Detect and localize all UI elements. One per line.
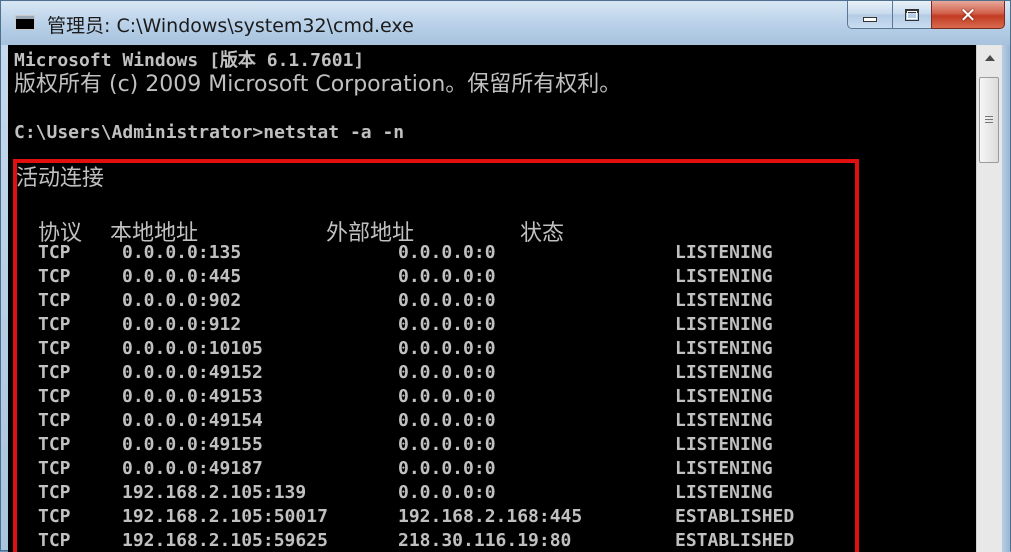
cell-local-address: 0.0.0.0:902	[122, 290, 242, 311]
arrow-up-icon	[984, 55, 995, 61]
close-icon: ✕	[959, 2, 977, 27]
cell-foreign-address: 0.0.0.0:0	[398, 434, 496, 455]
cell-state: LISTENING	[675, 266, 773, 287]
close-button[interactable]: ✕	[931, 1, 1005, 29]
window-title: 管理员: C:\Windows\system32\cmd.exe	[47, 15, 414, 37]
cell-proto: TCP	[38, 410, 71, 431]
maximize-button[interactable]	[892, 1, 932, 29]
cell-proto: TCP	[38, 242, 71, 263]
cell-local-address: 0.0.0.0:49155	[122, 434, 263, 455]
scroll-up-button[interactable]	[979, 47, 1000, 69]
cell-state: LISTENING	[675, 314, 773, 335]
table-row: TCP 192.168.2.105:139 0.0.0.0:0 LISTENING	[8, 481, 968, 505]
cell-foreign-address: 0.0.0.0:0	[398, 410, 496, 431]
cell-foreign-address: 0.0.0.0:0	[398, 266, 496, 287]
cell-local-address: 0.0.0.0:912	[122, 314, 242, 335]
cell-local-address: 0.0.0.0:49187	[122, 458, 263, 479]
cell-foreign-address: 0.0.0.0:0	[398, 458, 496, 479]
table-row: TCP 0.0.0.0:49153 0.0.0.0:0 LISTENING	[8, 385, 968, 409]
table-row: TCP 192.168.2.105:50017 192.168.2.168:445 E…	[8, 505, 968, 529]
cell-state: ESTABLISHED	[675, 530, 795, 551]
cell-foreign-address: 0.0.0.0:0	[398, 314, 496, 335]
cell-state: LISTENING	[675, 242, 773, 263]
cell-proto: TCP	[38, 266, 71, 287]
grip-line	[985, 119, 993, 120]
cell-foreign-address: 0.0.0.0:0	[398, 338, 496, 359]
table-row: TCP 0.0.0.0:49187 0.0.0.0:0 LISTENING	[8, 457, 968, 481]
cell-proto: TCP	[38, 530, 71, 551]
console-output[interactable]: Microsoft Windows [版本 6.1.7601] 版权所有 (c)…	[8, 45, 976, 552]
table-row: TCP 0.0.0.0:912 0.0.0.0:0 LISTENING	[8, 313, 968, 337]
console-line-copyright: 版权所有 (c) 2009 Microsoft Corporation。保留所有…	[14, 72, 622, 97]
table-row: TCP 0.0.0.0:49154 0.0.0.0:0 LISTENING	[8, 409, 968, 433]
cell-foreign-address: 218.30.116.19:80	[398, 530, 572, 551]
cell-local-address: 0.0.0.0:49152	[122, 362, 263, 383]
cell-state: LISTENING	[675, 434, 773, 455]
vertical-scrollbar[interactable]	[976, 45, 1003, 552]
cell-proto: TCP	[38, 386, 71, 407]
cell-state: LISTENING	[675, 338, 773, 359]
table-row: TCP 0.0.0.0:445 0.0.0.0:0 LISTENING	[8, 265, 968, 289]
cmd-app-icon[interactable]	[15, 15, 35, 30]
cell-state: LISTENING	[675, 386, 773, 407]
cell-proto: TCP	[38, 362, 71, 383]
cell-state: ESTABLISHED	[675, 506, 795, 527]
cell-proto: TCP	[38, 314, 71, 335]
grip-line	[985, 116, 993, 117]
cell-proto: TCP	[38, 482, 71, 503]
cell-local-address: 0.0.0.0:10105	[122, 338, 263, 359]
title-bar[interactable]: 管理员: C:\Windows\system32\cmd.exe ✕	[1, 1, 1010, 45]
cell-local-address: 0.0.0.0:135	[122, 242, 242, 263]
cell-state: LISTENING	[675, 482, 773, 503]
cell-proto: TCP	[38, 338, 71, 359]
grip-line	[985, 122, 993, 123]
window-frame-right	[1002, 45, 1010, 552]
cell-foreign-address: 0.0.0.0:0	[398, 362, 496, 383]
cell-local-address: 192.168.2.105:59625	[122, 530, 328, 551]
maximize-icon	[905, 8, 919, 21]
cell-state: LISTENING	[675, 458, 773, 479]
cell-foreign-address: 0.0.0.0:0	[398, 242, 496, 263]
cell-state: LISTENING	[675, 290, 773, 311]
cell-state: LISTENING	[675, 362, 773, 383]
cell-foreign-address: 0.0.0.0:0	[398, 386, 496, 407]
cmd-window: 管理员: C:\Windows\system32\cmd.exe ✕ Micro…	[0, 0, 1011, 552]
minimize-icon	[863, 17, 877, 22]
cell-foreign-address: 192.168.2.168:445	[398, 506, 583, 527]
table-row: TCP 192.168.2.105:59625 218.30.116.19:80 ES…	[8, 529, 968, 552]
table-row: TCP 0.0.0.0:49152 0.0.0.0:0 LISTENING	[8, 361, 968, 385]
cell-local-address: 192.168.2.105:50017	[122, 506, 328, 527]
table-row: TCP 0.0.0.0:135 0.0.0.0:0 LISTENING	[8, 241, 968, 265]
cell-local-address: 0.0.0.0:49153	[122, 386, 263, 407]
cell-local-address: 0.0.0.0:445	[122, 266, 242, 287]
cell-local-address: 192.168.2.105:139	[122, 482, 307, 503]
cell-local-address: 0.0.0.0:49154	[122, 410, 263, 431]
cell-proto: TCP	[38, 290, 71, 311]
cell-proto: TCP	[38, 434, 71, 455]
cell-state: LISTENING	[675, 410, 773, 431]
cell-foreign-address: 0.0.0.0:0	[398, 290, 496, 311]
table-row: TCP 0.0.0.0:10105 0.0.0.0:0 LISTENING	[8, 337, 968, 361]
section-title: 活动连接	[16, 166, 105, 191]
console-line-version: Microsoft Windows [版本 6.1.7601]	[14, 50, 365, 71]
cell-proto: TCP	[38, 458, 71, 479]
scroll-thumb[interactable]	[979, 77, 999, 163]
cell-foreign-address: 0.0.0.0:0	[398, 482, 496, 503]
table-row: TCP 0.0.0.0:902 0.0.0.0:0 LISTENING	[8, 289, 968, 313]
console-line-command: C:\Users\Administrator>netstat -a -n	[14, 122, 405, 143]
table-row: TCP 0.0.0.0:49155 0.0.0.0:0 LISTENING	[8, 433, 968, 457]
minimize-button[interactable]	[847, 1, 893, 29]
cell-proto: TCP	[38, 506, 71, 527]
